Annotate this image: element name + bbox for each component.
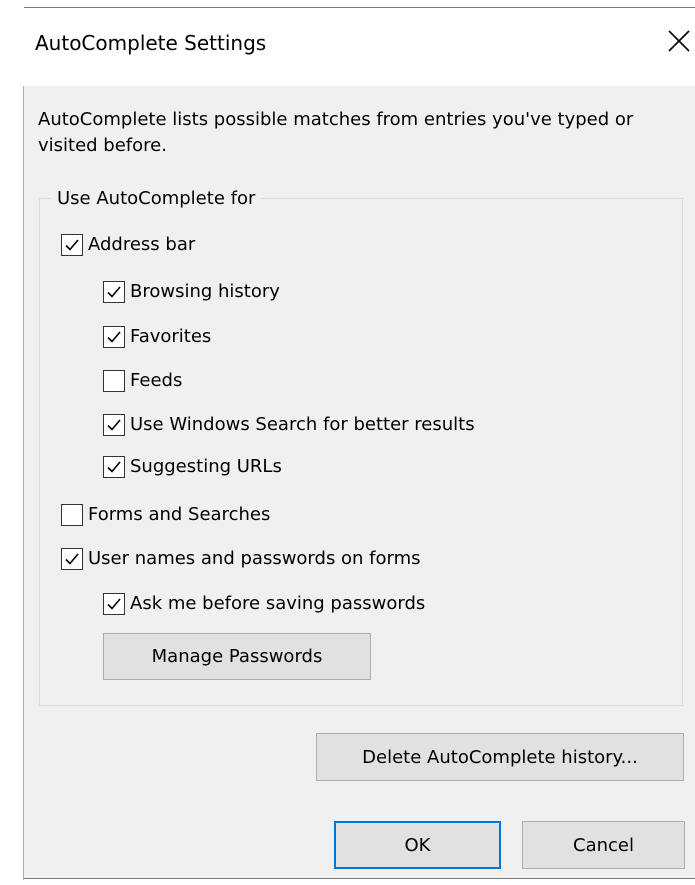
checkmark-icon [107, 331, 121, 343]
title-bar-top-border [24, 7, 695, 8]
browsing-history-option[interactable]: Browsing history [103, 278, 280, 306]
forms-and-searches-option[interactable]: Forms and Searches [61, 501, 270, 529]
windows-search-checkbox[interactable] [103, 414, 125, 436]
favorites-checkbox[interactable] [103, 326, 125, 348]
dialog-title: AutoComplete Settings [35, 31, 267, 55]
dialog-bottom-border [24, 878, 695, 879]
autocomplete-settings-dialog: AutoComplete Settings AutoComplete lists… [0, 0, 695, 885]
close-icon [668, 30, 690, 52]
checkmark-icon [107, 419, 121, 431]
feeds-label: Feeds [130, 370, 183, 391]
ask-before-saving-label: Ask me before saving passwords [130, 593, 426, 614]
usernames-passwords-label: User names and passwords on forms [88, 548, 421, 569]
address-bar-checkbox[interactable] [61, 234, 83, 256]
close-button[interactable] [664, 26, 694, 56]
forms-and-searches-checkbox[interactable] [61, 504, 83, 526]
browsing-history-label: Browsing history [130, 281, 280, 302]
ok-button[interactable]: OK [334, 821, 501, 869]
address-bar-label: Address bar [88, 234, 196, 255]
checkmark-icon [107, 286, 121, 298]
description-text: AutoComplete lists possible matches from… [38, 109, 634, 156]
delete-autocomplete-history-button[interactable]: Delete AutoComplete history... [316, 733, 684, 781]
feeds-option[interactable]: Feeds [103, 367, 182, 395]
usernames-passwords-checkbox[interactable] [61, 548, 83, 570]
checkmark-icon [65, 553, 79, 565]
checkmark-icon [107, 598, 121, 610]
favorites-option[interactable]: Favorites [103, 323, 211, 351]
manage-passwords-button[interactable]: Manage Passwords [103, 633, 371, 680]
ask-before-saving-option[interactable]: Ask me before saving passwords [103, 590, 425, 618]
windows-search-label: Use Windows Search for better results [130, 414, 475, 435]
suggesting-urls-label: Suggesting URLs [130, 456, 282, 477]
cancel-button[interactable]: Cancel [522, 821, 685, 869]
checkmark-icon [65, 239, 79, 251]
suggesting-urls-option[interactable]: Suggesting URLs [103, 453, 282, 481]
browsing-history-checkbox[interactable] [103, 281, 125, 303]
feeds-checkbox[interactable] [103, 370, 125, 392]
checkmark-icon [107, 461, 121, 473]
address-bar-option[interactable]: Address bar [61, 231, 195, 259]
use-autocomplete-groupbox [39, 198, 683, 706]
windows-search-option[interactable]: Use Windows Search for better results [103, 411, 475, 439]
suggesting-urls-checkbox[interactable] [103, 456, 125, 478]
forms-and-searches-label: Forms and Searches [88, 504, 271, 525]
favorites-label: Favorites [130, 326, 212, 347]
ask-before-saving-checkbox[interactable] [103, 593, 125, 615]
groupbox-label: Use AutoComplete for [51, 187, 262, 211]
usernames-passwords-option[interactable]: User names and passwords on forms [61, 545, 421, 573]
